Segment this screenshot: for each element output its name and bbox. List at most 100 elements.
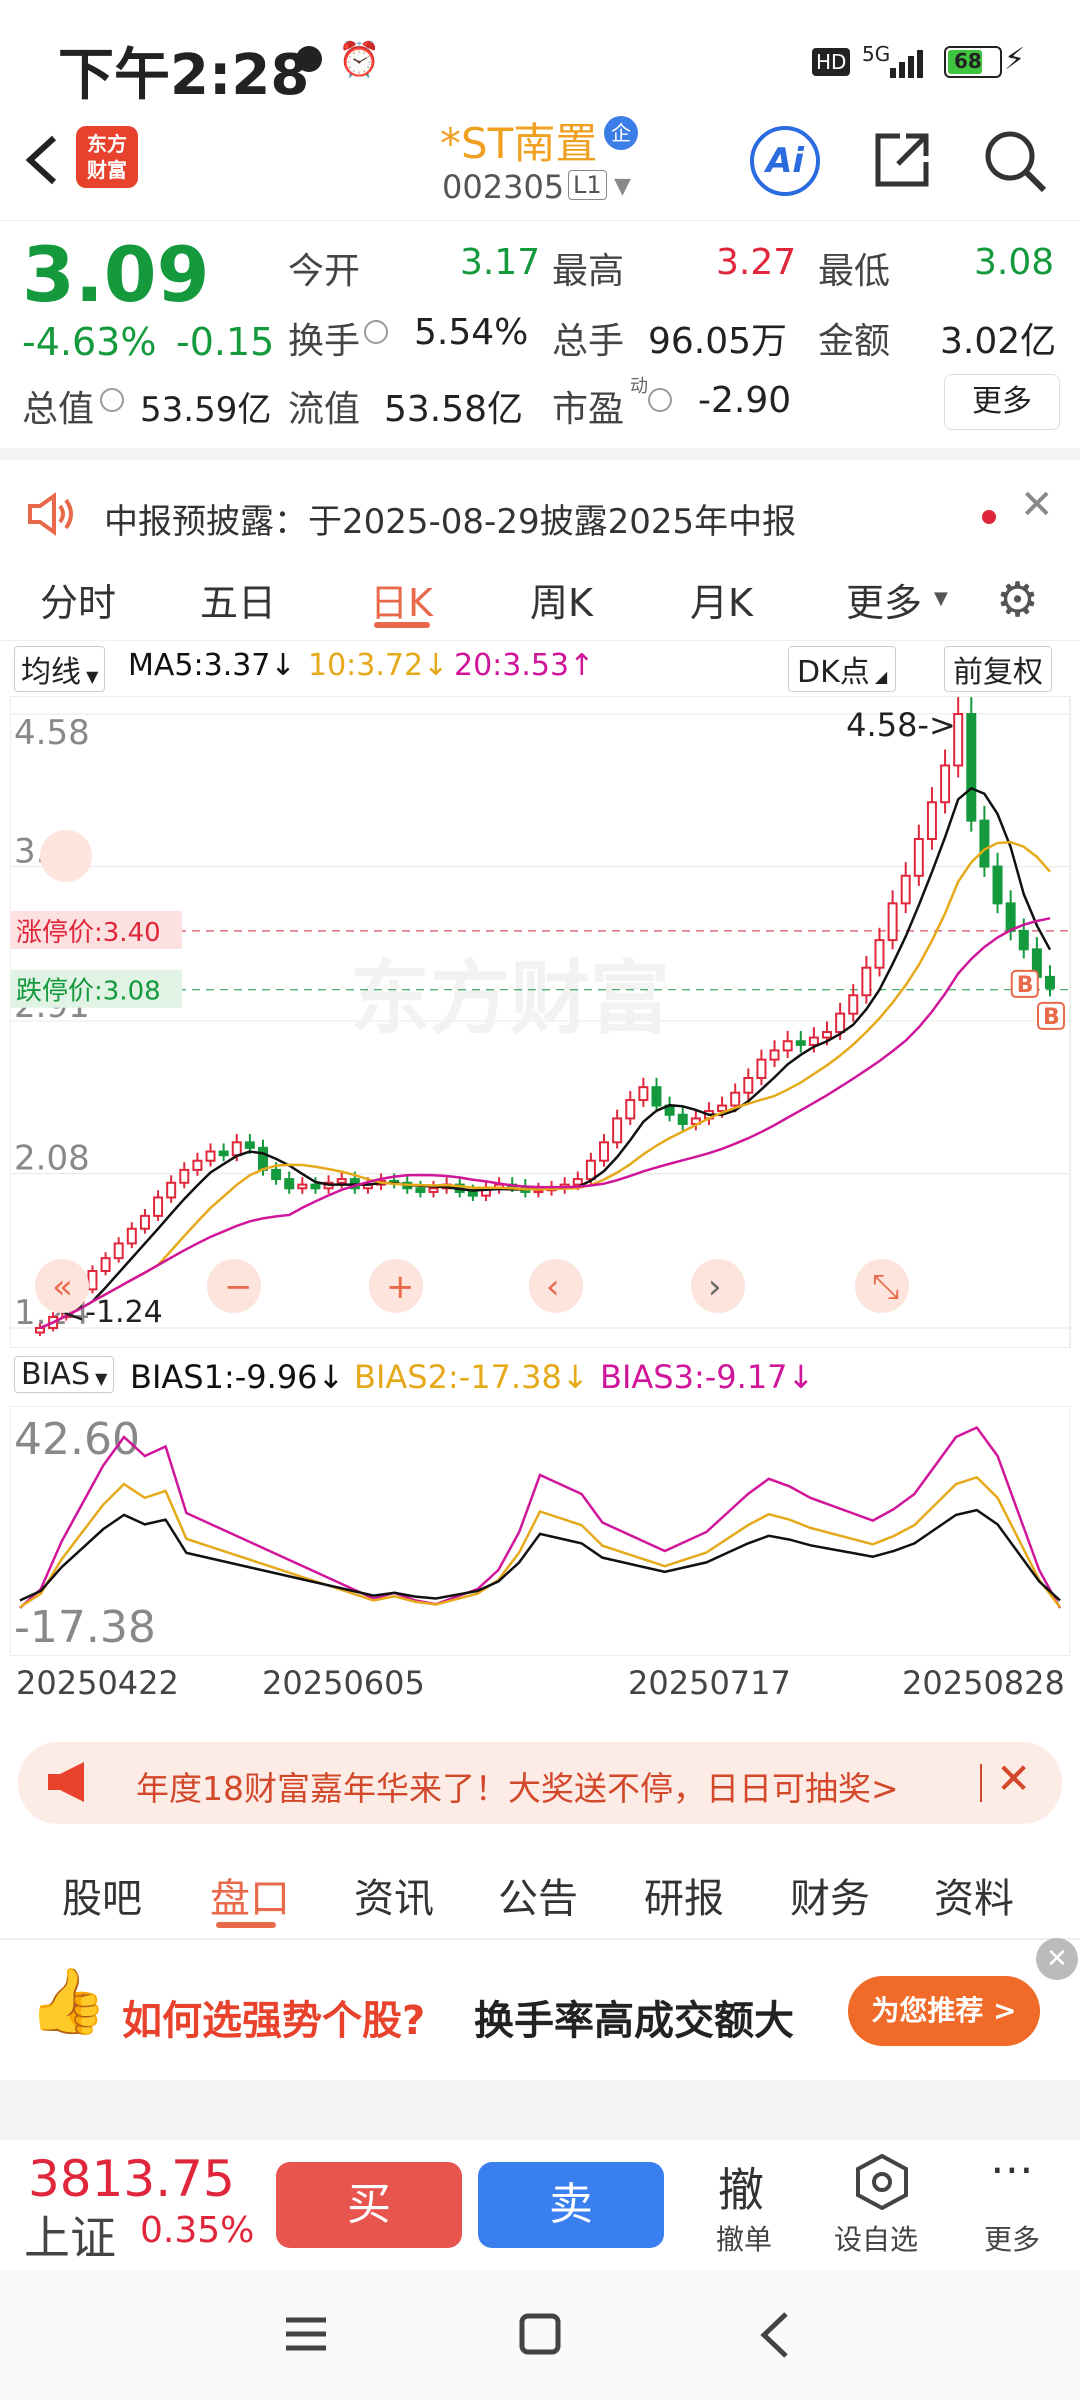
menu-icon[interactable] — [284, 2314, 328, 2358]
info-icon[interactable] — [100, 388, 124, 412]
more-dots-icon[interactable]: ⋯ — [990, 2144, 1036, 2195]
notice-bar[interactable]: 中报预披露：于2025-08-29披露2025年中报 ✕ — [0, 480, 1080, 550]
candle — [808, 1036, 819, 1046]
more-label[interactable]: 更多 — [984, 2218, 1040, 2258]
sell-button[interactable]: 卖 — [478, 2162, 664, 2248]
tab-profile[interactable]: 资料 — [934, 1866, 1014, 1924]
candle — [1005, 902, 1016, 932]
share-icon[interactable] — [870, 128, 934, 196]
ad-subtitle: 换手率高成交额大 — [474, 1998, 794, 2044]
dk-select[interactable]: DK点 ◢ — [788, 646, 897, 692]
recommend-button[interactable]: 为您推荐 > — [848, 1976, 1040, 2046]
candle — [743, 1076, 754, 1094]
candle — [126, 1227, 137, 1245]
bias1-line — [19, 1508, 1061, 1602]
pe-value: -2.90 — [698, 380, 792, 421]
candle — [1018, 929, 1029, 951]
clock: 下午2:28 — [58, 43, 310, 108]
tab-announcement[interactable]: 公告 — [498, 1866, 578, 1924]
watchlist-icon[interactable] — [854, 2153, 910, 2214]
charging-icon: ⚡ — [1004, 42, 1026, 77]
candle — [887, 902, 898, 942]
stock-name[interactable]: *ST南置 — [440, 110, 597, 171]
buy-marker-label: B — [1017, 973, 1034, 998]
gear-icon[interactable]: ⚙ — [996, 572, 1039, 628]
ma5-label: MA5:3.37↓ — [128, 648, 296, 683]
promo-banner[interactable]: 年度18财富嘉年华来了！大奖送不停，日日可抽奖> ✕ — [18, 1742, 1062, 1824]
close-icon[interactable]: ✕ — [1036, 1938, 1078, 1980]
home-icon[interactable] — [518, 2312, 562, 2360]
bias-chart[interactable]: 42.60-17.38 — [10, 1406, 1070, 1656]
x-tick-label: 20250828 — [902, 1664, 1065, 1702]
candle — [756, 1058, 767, 1079]
adjust-select[interactable]: 前复权 — [944, 646, 1052, 692]
search-icon[interactable] — [980, 126, 1050, 200]
candle — [599, 1141, 610, 1162]
tab-research[interactable]: 研报 — [644, 1866, 724, 1924]
tab-news[interactable]: 资讯 — [354, 1866, 434, 1924]
ad-card[interactable]: 👍 如何选强势个股? 换手率高成交额大 为您推荐 > ✕ — [0, 1938, 1080, 2080]
high-label: 最高 — [552, 251, 625, 292]
cancel-order-icon[interactable]: 撤 — [718, 2154, 764, 2220]
dk-label: DK点 — [797, 655, 870, 690]
tab-weekly-k[interactable]: 周K — [530, 572, 593, 627]
candle — [966, 713, 977, 822]
bias2-line — [19, 1475, 1061, 1609]
chevron-down-icon[interactable]: ▼ — [614, 174, 631, 199]
candle — [848, 994, 859, 1015]
back-icon[interactable] — [20, 130, 64, 194]
quote-panel: 3.09 -4.63% -0.15 今开 3.17 最高 3.27 最低 3.0… — [0, 222, 1080, 447]
tab-finance[interactable]: 财务 — [790, 1866, 870, 1924]
tab-monthly-k[interactable]: 月K — [690, 572, 753, 627]
tab-more[interactable]: 更多 — [846, 572, 922, 627]
rewind-icon[interactable] — [40, 830, 92, 882]
open-label: 今开 — [288, 251, 361, 292]
close-icon[interactable]: ✕ — [1020, 482, 1054, 528]
turnover-label: 换手 — [288, 321, 361, 362]
cancel-order-label[interactable]: 撤单 — [716, 2218, 772, 2258]
info-icon[interactable] — [648, 388, 672, 412]
candle — [415, 1187, 426, 1193]
tab-intraday[interactable]: 分时 — [40, 572, 116, 627]
low-value: 3.08 — [974, 242, 1055, 283]
close-icon[interactable]: ✕ — [996, 1754, 1031, 1803]
fullscreen-icon: ⤡ — [872, 1267, 899, 1307]
tab-five-day[interactable]: 五日 — [200, 572, 276, 627]
tab-daily-k[interactable]: 日K — [370, 572, 433, 627]
float-label: 流值 — [288, 389, 361, 430]
indicator-select[interactable]: BIAS ▼ — [14, 1356, 115, 1393]
candle — [769, 1049, 780, 1061]
section-tabs: 股吧 盘口 资讯 公告 研报 财务 资料 — [0, 1840, 1080, 1940]
candle — [730, 1091, 741, 1107]
candle — [926, 801, 937, 841]
tab-guba[interactable]: 股吧 — [62, 1866, 142, 1924]
x-tick-label: 20250717 — [628, 1664, 791, 1702]
mktcap-value: 53.59亿 — [140, 390, 272, 430]
candle — [822, 1031, 833, 1039]
kline-chart[interactable]: 4.583.752.912.081.24东方财富涨停价:3.40跌停价:3.08… — [10, 696, 1080, 1348]
candle — [100, 1257, 111, 1273]
watchlist-label[interactable]: 设自选 — [834, 2218, 918, 2258]
index-value: 3813.75 — [28, 2150, 235, 2208]
candle — [782, 1040, 793, 1052]
candle — [625, 1099, 636, 1120]
candle — [87, 1270, 98, 1291]
ai-button[interactable]: Ai — [750, 126, 820, 196]
info-icon[interactable] — [364, 320, 388, 344]
buy-button[interactable]: 买 — [276, 2162, 462, 2248]
tab-pankou[interactable]: 盘口 — [210, 1866, 290, 1924]
turnover-value: 5.54% — [414, 312, 529, 353]
ma-select[interactable]: 均线 ▼ — [14, 646, 106, 692]
candle — [218, 1150, 229, 1157]
rewind-icon: « — [52, 1267, 73, 1307]
back-nav-icon[interactable] — [756, 2310, 796, 2364]
y-tick-label: 2.08 — [14, 1139, 90, 1179]
stock-code: 002305 — [442, 168, 565, 206]
amount-value: 3.02亿 — [940, 321, 1057, 362]
divider — [0, 448, 1080, 460]
level-badge[interactable]: L1 — [568, 170, 607, 200]
more-quote-button[interactable]: 更多 — [944, 374, 1060, 430]
network-label: 5G — [862, 42, 891, 66]
corner-icon: ◢ — [869, 667, 888, 686]
app-logo: 东方 财富 — [76, 126, 138, 188]
